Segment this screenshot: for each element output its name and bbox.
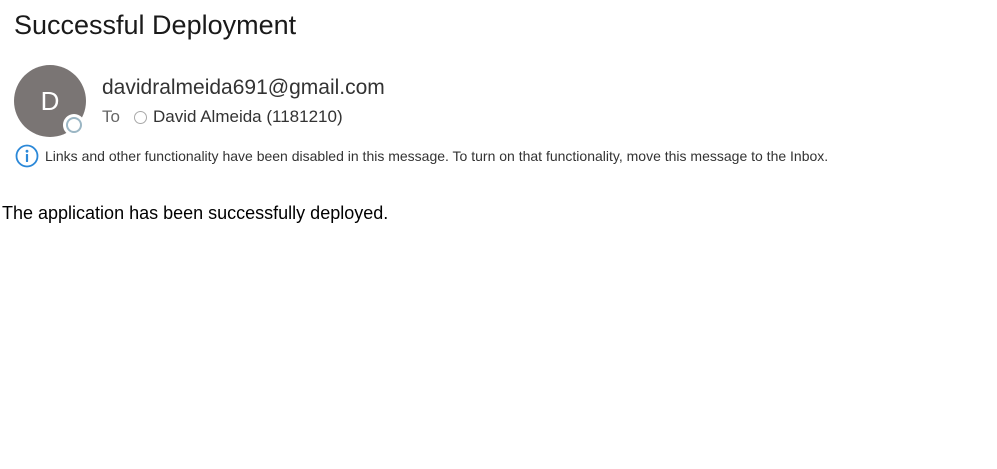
info-bar: Links and other functionality have been … — [15, 144, 828, 168]
recipient-status-icon — [133, 110, 147, 124]
recipient-name[interactable]: David Almeida (1181210) — [153, 107, 343, 127]
recipients-row: To David Almeida (1181210) — [102, 106, 343, 128]
message-reading-pane: Successful Deployment D davidralmeida691… — [0, 0, 997, 469]
message-body: The application has been successfully de… — [2, 203, 389, 223]
message-subject: Successful Deployment — [14, 10, 297, 40]
to-label: To — [102, 107, 120, 126]
avatar-initial: D — [40, 86, 60, 116]
info-icon — [15, 144, 39, 168]
info-bar-text: Links and other functionality have been … — [45, 148, 829, 164]
presence-status-icon — [66, 117, 82, 133]
sender-email[interactable]: davidralmeida691@gmail.com — [102, 74, 385, 102]
